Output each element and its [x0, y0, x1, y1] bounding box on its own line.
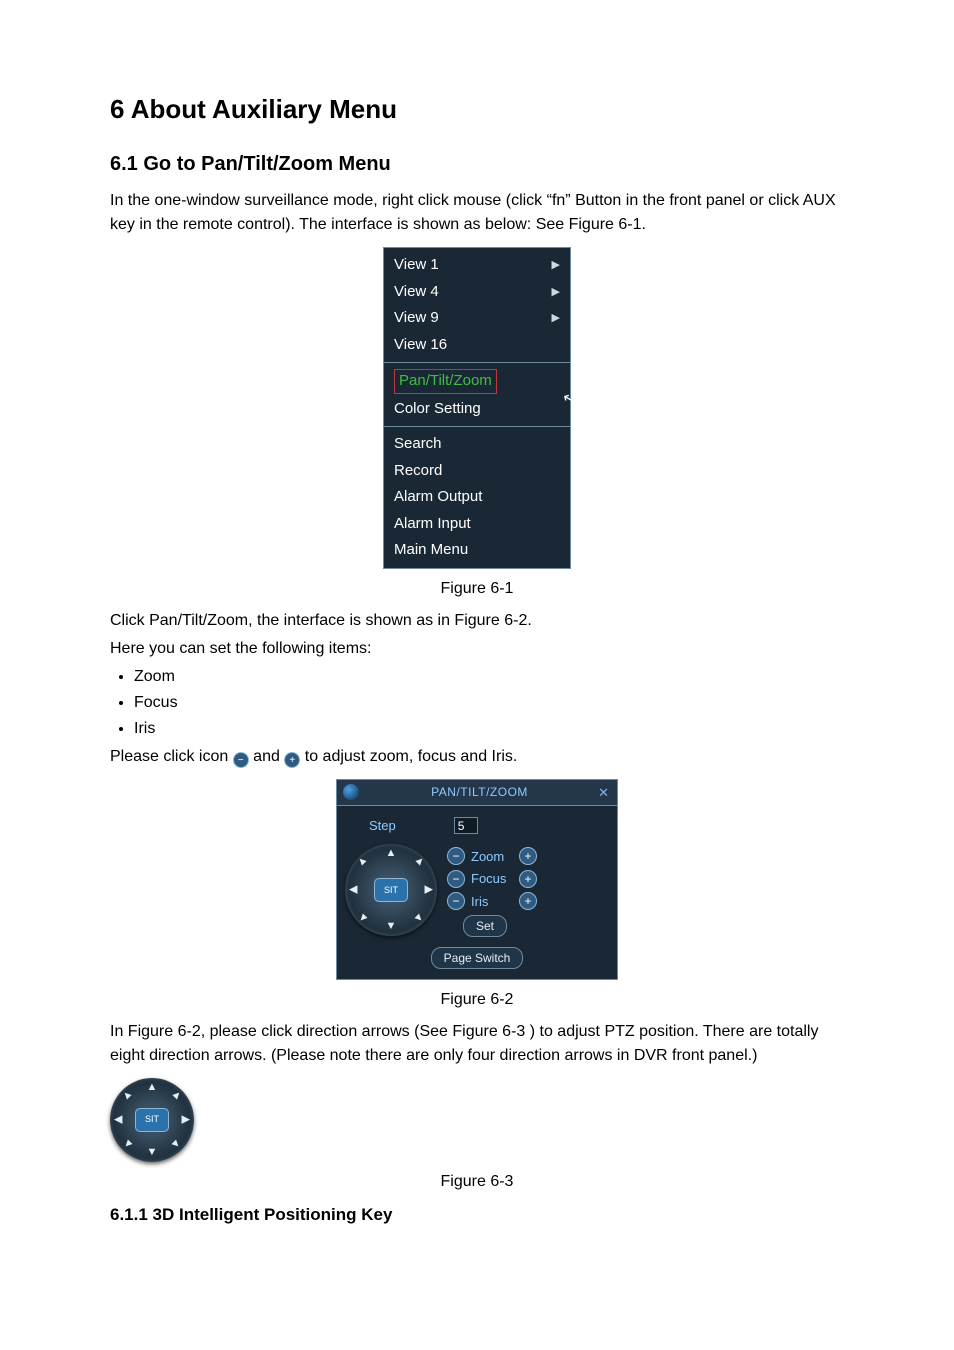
menu-item-alarm-output[interactable]: Alarm Output [384, 484, 570, 511]
app-logo-icon [343, 784, 359, 800]
menu-item-view1[interactable]: View 1 ▶ [384, 252, 570, 279]
menu-item-view16[interactable]: View 16 [384, 332, 570, 359]
arrow-up-icon[interactable]: ▲ [386, 848, 397, 859]
menu-label: Pan/Tilt/Zoom [394, 369, 497, 394]
zoom-row: − Zoom + [447, 847, 609, 867]
zoom-label: Zoom [471, 847, 513, 867]
plus-icon: + [284, 752, 300, 768]
menu-item-view9[interactable]: View 9 ▶ [384, 305, 570, 332]
focus-row: − Focus + [447, 869, 609, 889]
arrow-right-icon[interactable]: ▶ [425, 885, 433, 896]
menu-label: View 9 [394, 307, 439, 330]
menu-label: Alarm Output [394, 486, 482, 509]
figure-caption: Figure 6-1 [110, 577, 844, 601]
chapter-heading: 6 About Auxiliary Menu [110, 90, 844, 129]
paragraph: Please click icon − and + to adjust zoom… [110, 745, 844, 769]
direction-pad: ▲ ▼ ◀ ▶ ▲ ▲ ▼ ▼ SIT [345, 844, 437, 936]
arrow-left-icon[interactable]: ◀ [114, 1115, 122, 1126]
figure-caption: Figure 6-2 [110, 988, 844, 1012]
sit-button[interactable]: SIT [135, 1108, 169, 1132]
iris-minus-button[interactable]: − [447, 892, 465, 910]
direction-pad: ▲ ▼ ◀ ▶ ▲ ▲ ▼ ▼ SIT [110, 1078, 194, 1162]
arrow-down-icon[interactable]: ▼ [147, 1147, 158, 1158]
iris-label: Iris [471, 892, 513, 912]
set-button[interactable]: Set [463, 915, 507, 937]
iris-plus-button[interactable]: + [519, 892, 537, 910]
menu-label: Color Setting [394, 398, 481, 421]
menu-item-color-setting[interactable]: Color Setting [384, 396, 570, 423]
arrow-up-left-icon[interactable]: ▲ [355, 854, 370, 869]
submenu-arrow-icon: ▶ [552, 310, 560, 327]
zoom-minus-button[interactable]: − [447, 847, 465, 865]
arrow-up-left-icon[interactable]: ▲ [120, 1088, 135, 1103]
paragraph: In Figure 6-2, please click direction ar… [110, 1020, 844, 1068]
submenu-arrow-icon: ▶ [552, 284, 560, 301]
paragraph: Click Pan/Tilt/Zoom, the interface is sh… [110, 609, 844, 633]
menu-item-main-menu[interactable]: Main Menu [384, 537, 570, 564]
ptz-panel: PAN/TILT/ZOOM ✕ Step ▲ ▼ ◀ ▶ ▲ ▲ ▼ ▼ S [336, 779, 618, 981]
arrow-down-right-icon[interactable]: ▼ [169, 1137, 184, 1152]
arrow-up-right-icon[interactable]: ▲ [412, 854, 427, 869]
menu-label: Record [394, 460, 442, 483]
menu-label: Search [394, 433, 442, 456]
list-item: Zoom [134, 665, 844, 689]
text-span: and [253, 748, 284, 765]
panel-title: PAN/TILT/ZOOM [363, 783, 596, 801]
menu-label: View 1 [394, 254, 439, 277]
submenu-arrow-icon: ▶ [552, 257, 560, 274]
arrow-down-left-icon[interactable]: ▼ [120, 1137, 135, 1152]
bullet-list: Zoom Focus Iris [134, 665, 844, 741]
menu-label: View 4 [394, 281, 439, 304]
focus-minus-button[interactable]: − [447, 870, 465, 888]
menu-item-ptz[interactable]: Pan/Tilt/Zoom [384, 367, 570, 396]
arrow-up-icon[interactable]: ▲ [147, 1082, 158, 1093]
arrow-down-left-icon[interactable]: ▼ [355, 911, 370, 926]
minus-icon: − [233, 752, 249, 768]
figure-caption: Figure 6-3 [110, 1170, 844, 1194]
text-span: Please click icon [110, 748, 233, 765]
list-item: Focus [134, 691, 844, 715]
step-input[interactable] [454, 817, 478, 834]
step-row: Step [345, 812, 609, 844]
arrow-right-icon[interactable]: ▶ [182, 1115, 190, 1126]
menu-item-alarm-input[interactable]: Alarm Input [384, 511, 570, 538]
menu-item-view4[interactable]: View 4 ▶ [384, 279, 570, 306]
menu-item-search[interactable]: Search [384, 431, 570, 458]
section-heading: 6.1 Go to Pan/Tilt/Zoom Menu [110, 149, 844, 179]
arrow-down-icon[interactable]: ▼ [386, 921, 397, 932]
paragraph: In the one-window surveillance mode, rig… [110, 189, 844, 237]
arrow-down-right-icon[interactable]: ▼ [412, 911, 427, 926]
menu-label: Main Menu [394, 539, 468, 562]
close-icon[interactable]: ✕ [596, 783, 611, 803]
figure-6-2: PAN/TILT/ZOOM ✕ Step ▲ ▼ ◀ ▶ ▲ ▲ ▼ ▼ S [110, 779, 844, 981]
ptz-title-bar: PAN/TILT/ZOOM ✕ [337, 780, 617, 807]
page-switch-button[interactable]: Page Switch [431, 947, 524, 969]
sit-button[interactable]: SIT [374, 878, 408, 902]
menu-label: Alarm Input [394, 513, 471, 536]
figure-6-3: ▲ ▼ ◀ ▶ ▲ ▲ ▼ ▼ SIT [110, 1078, 844, 1162]
arrow-left-icon[interactable]: ◀ [349, 885, 357, 896]
subsection-heading: 6.1.1 3D Intelligent Positioning Key [110, 1202, 844, 1228]
context-menu: View 1 ▶ View 4 ▶ View 9 ▶ View 16 Pan/T… [383, 247, 571, 569]
text-span: to adjust zoom, focus and Iris. [305, 748, 518, 765]
zoom-plus-button[interactable]: + [519, 847, 537, 865]
step-label: Step [369, 816, 396, 836]
focus-label: Focus [471, 869, 513, 889]
figure-6-1: View 1 ▶ View 4 ▶ View 9 ▶ View 16 Pan/T… [110, 247, 844, 569]
list-item: Iris [134, 717, 844, 741]
menu-item-record[interactable]: Record [384, 458, 570, 485]
paragraph: Here you can set the following items: [110, 637, 844, 661]
iris-row: − Iris + [447, 892, 609, 912]
focus-plus-button[interactable]: + [519, 870, 537, 888]
arrow-up-right-icon[interactable]: ▲ [169, 1088, 184, 1103]
menu-label: View 16 [394, 334, 447, 357]
